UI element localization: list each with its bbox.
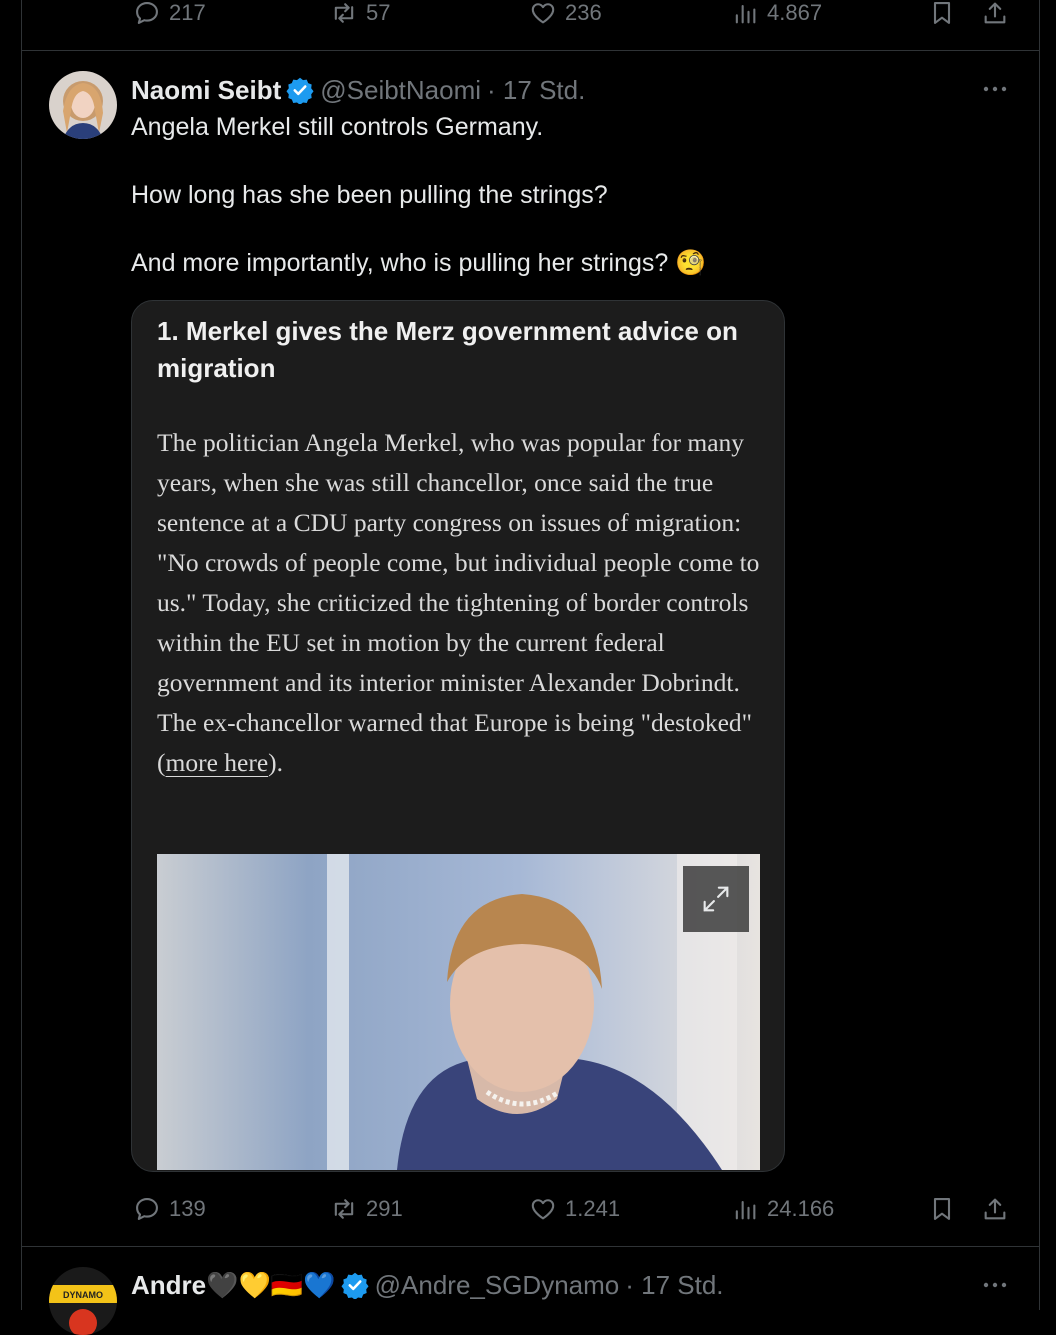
retweet-button[interactable]: 57 (330, 0, 390, 33)
retweet-count: 57 (366, 0, 391, 25)
reply-icon (136, 1198, 158, 1220)
tweet-header: Naomi Seibt @SeibtNaomi · 17 Std. (131, 73, 585, 107)
card-body-text: The politician Angela Merkel, who was po… (157, 428, 760, 777)
expand-image-button[interactable] (683, 866, 749, 932)
more-icon (983, 1282, 1007, 1288)
share-icon (984, 1198, 1006, 1220)
bookmark-button[interactable] (928, 0, 956, 33)
avatar[interactable] (49, 71, 117, 139)
bookmark-icon (933, 2, 951, 24)
like-count: 236 (565, 0, 602, 25)
expand-icon (703, 886, 729, 912)
share-button[interactable] (981, 0, 1009, 33)
author-handle[interactable]: @SeibtNaomi (320, 75, 481, 106)
author-name[interactable]: Naomi Seibt (131, 75, 281, 106)
reply-count: 217 (169, 0, 206, 25)
merkel-photo-illustration (157, 854, 760, 1170)
views-button[interactable]: 4.867 (731, 0, 822, 33)
heart-icon (531, 1199, 555, 1220)
avatar-text: DYNAMO (63, 1290, 103, 1300)
card-body: The politician Angela Merkel, who was po… (157, 423, 762, 783)
views-icon (735, 4, 756, 24)
share-button[interactable] (981, 1189, 1009, 1229)
tweet-action-bar: 139 291 1.241 24.166 (0, 1189, 1056, 1229)
retweet-icon (334, 1199, 354, 1219)
views-icon (735, 1200, 756, 1220)
reply-button[interactable]: 139 (133, 1189, 206, 1229)
reply-icon (136, 2, 158, 24)
card-heading: 1. Merkel gives the Merz government advi… (157, 316, 738, 383)
card-body-end: ). (268, 748, 284, 777)
like-count: 1.241 (565, 1196, 621, 1221)
verified-badge-icon (286, 77, 314, 104)
views-count: 4.867 (767, 0, 823, 25)
tweet-text-line: Angela Merkel still controls Germany. (131, 113, 544, 141)
reply-button[interactable]: 217 (133, 0, 206, 33)
next-tweet-header: Andre🖤💛🇩🇪💙 @Andre_SGDynamo · 17 Std. (131, 1268, 724, 1302)
reply-count: 139 (169, 1196, 206, 1221)
tweet-divider (21, 50, 1039, 51)
tweet-time[interactable]: · 17 Std. (625, 1270, 723, 1301)
views-button[interactable]: 24.166 (731, 1189, 834, 1229)
like-button[interactable]: 1.241 (529, 1189, 620, 1229)
views-count: 24.166 (767, 1196, 835, 1221)
tweet-time[interactable]: · 17 Std. (487, 75, 585, 106)
bookmark-icon (933, 1198, 951, 1220)
share-icon (984, 2, 1006, 24)
verified-badge-icon (341, 1272, 369, 1299)
retweet-button[interactable]: 291 (330, 1189, 403, 1229)
retweet-count: 291 (366, 1196, 403, 1221)
more-icon (983, 86, 1007, 92)
quoted-article-card[interactable]: 1. Merkel gives the Merz government advi… (131, 300, 785, 1172)
author-handle[interactable]: @Andre_SGDynamo (375, 1270, 620, 1301)
tweet-text: Angela Merkel still controls Germany. Ho… (131, 110, 951, 280)
tweet-text-line: And more importantly, who is pulling her… (131, 249, 707, 277)
more-here-link[interactable]: more here (166, 748, 269, 777)
like-button[interactable]: 236 (529, 0, 602, 33)
tweet-divider (21, 1246, 1039, 1247)
more-options-button[interactable] (982, 1272, 1008, 1298)
prev-tweet-action-bar: 217 57 236 4.867 (0, 0, 1056, 33)
article-photo[interactable] (157, 854, 760, 1170)
bookmark-button[interactable] (928, 1189, 956, 1229)
heart-icon (531, 3, 555, 24)
author-name[interactable]: Andre🖤💛🇩🇪💙 (131, 1270, 336, 1301)
avatar[interactable]: DYNAMO (49, 1267, 117, 1335)
more-options-button[interactable] (982, 76, 1008, 102)
tweet-text-line: How long has she been pulling the string… (131, 181, 608, 209)
retweet-icon (334, 3, 354, 23)
